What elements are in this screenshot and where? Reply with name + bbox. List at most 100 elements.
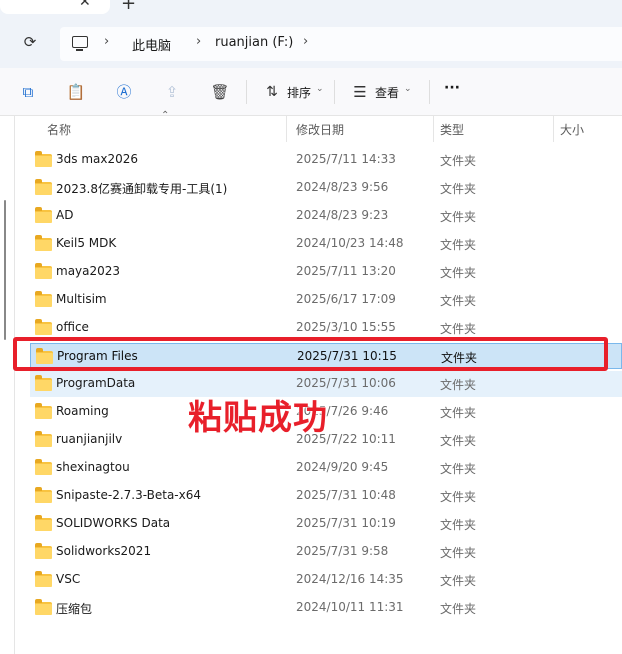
file-type: 文件夹 [440,518,477,532]
file-name[interactable]: 2023.8亿赛通卸载专用-工具(1) [56,180,227,197]
file-name[interactable]: Snipaste-2.7.3-Beta-x64 [56,488,201,502]
file-name[interactable]: office [56,320,89,334]
nav-pane-border [14,116,15,654]
file-type: 文件夹 [440,574,477,588]
column-type[interactable]: 类型 [440,121,464,138]
table-row[interactable]: shexinagtou 2024/9/20 9:45 文件夹 [30,455,622,481]
file-date: 2024/10/23 14:48 [296,236,404,250]
folder-icon [35,207,52,223]
table-row[interactable]: AD 2024/8/23 9:23 文件夹 [30,203,622,229]
column-divider[interactable] [553,116,554,142]
sort-icon[interactable]: ⇅ [262,82,282,102]
file-type: 文件夹 [440,182,477,196]
file-date: 2025/7/31 10:19 [296,516,396,530]
file-name[interactable]: Multisim [56,292,107,306]
file-type: 文件夹 [440,546,477,560]
folder-icon [35,179,52,195]
copy-icon[interactable]: ⧉ [18,82,38,102]
toolbar-divider [246,80,247,104]
table-row[interactable]: Multisim 2025/6/17 17:09 文件夹 [30,287,622,313]
table-row[interactable]: VSC 2024/12/16 14:35 文件夹 [30,567,622,593]
close-tab-icon[interactable]: ✕ [79,0,91,10]
tab-strip: ✕ + [0,0,622,22]
share-icon[interactable]: ⇪ [162,82,182,102]
column-divider[interactable] [433,116,434,142]
table-row[interactable]: Keil5 MDK 2024/10/23 14:48 文件夹 [30,231,622,257]
toolbar-divider [334,80,335,104]
file-date: 2025/7/31 10:06 [296,376,396,390]
this-pc-icon[interactable] [72,36,88,51]
view-icon[interactable]: ☰ [350,82,370,102]
chevron-right-icon[interactable]: › [303,34,308,49]
folder-icon [35,151,52,167]
file-type: 文件夹 [440,434,477,448]
column-header: ⌃ 名称 修改日期 类型 大小 [15,110,622,142]
address-bar[interactable]: › 此电脑 › ruanjian (F:) › [60,27,622,61]
file-type: 文件夹 [440,490,477,504]
file-name[interactable]: shexinagtou [56,460,130,474]
file-type: 文件夹 [440,462,477,476]
chevron-right-icon[interactable]: › [104,34,109,49]
folder-icon [35,431,52,447]
column-name[interactable]: 名称 [47,121,71,138]
folder-icon [35,235,52,251]
folder-icon [35,319,52,335]
file-date: 2025/6/17 17:09 [296,292,396,306]
file-name[interactable]: Roaming [56,404,109,418]
file-name[interactable]: Keil5 MDK [56,236,116,250]
file-date: 2024/8/23 9:56 [296,180,389,194]
toolbar-divider [429,80,430,104]
file-name[interactable]: VSC [56,572,80,586]
view-button[interactable]: 查看 [375,84,399,101]
table-row[interactable]: maya2023 2025/7/11 13:20 文件夹 [30,259,622,285]
file-name[interactable]: AD [56,208,73,222]
file-type: 文件夹 [440,602,477,616]
file-name[interactable]: ruanjianjilv [56,432,122,446]
folder-icon [35,291,52,307]
file-name[interactable]: 压缩包 [56,600,92,617]
file-type: 文件夹 [440,322,477,336]
table-row[interactable]: Solidworks2021 2025/7/31 9:58 文件夹 [30,539,622,565]
file-name[interactable]: Solidworks2021 [56,544,151,558]
file-date: 2024/12/16 14:35 [296,572,404,586]
column-divider[interactable] [286,116,287,142]
active-tab[interactable] [0,0,110,14]
refresh-icon[interactable]: ⟳ [20,33,40,53]
folder-icon [35,599,52,615]
file-date: 2024/10/11 11:31 [296,600,404,614]
file-name[interactable]: 3ds max2026 [56,152,138,166]
nav-pane-scrollbar[interactable] [4,200,6,340]
file-name[interactable]: SOLIDWORKS Data [56,516,170,530]
table-row[interactable]: 压缩包 2024/10/11 11:31 文件夹 [30,595,622,621]
chevron-down-icon[interactable]: ⌄ [404,84,412,94]
address-row: ⟳ › 此电脑 › ruanjian (F:) › [0,22,622,68]
column-size[interactable]: 大小 [560,121,584,138]
table-row[interactable]: SOLIDWORKS Data 2025/7/31 10:19 文件夹 [30,511,622,537]
breadcrumb-drive[interactable]: ruanjian (F:) [215,35,293,50]
paste-icon[interactable]: 📋 [66,82,86,102]
paste-success-annotation: 粘贴成功 [188,398,328,438]
highlight-box [13,337,608,371]
chevron-down-icon[interactable]: ⌄ [316,84,324,94]
file-date: 2025/7/11 13:20 [296,264,396,278]
table-row[interactable]: Snipaste-2.7.3-Beta-x64 2025/7/31 10:48 文件… [30,483,622,509]
file-date: 2024/9/20 9:45 [296,460,389,474]
file-name[interactable]: maya2023 [56,264,120,278]
folder-icon [35,543,52,559]
table-row[interactable]: 3ds max2026 2025/7/11 14:33 文件夹 [30,147,622,173]
delete-icon[interactable]: 🗑 [210,82,230,102]
breadcrumb-this-pc[interactable]: 此电脑 [132,35,171,54]
rename-icon[interactable]: Ⓐ [114,82,134,102]
file-name[interactable]: ProgramData [56,376,135,390]
folder-icon [35,515,52,531]
chevron-right-icon[interactable]: › [196,34,201,49]
folder-icon [35,375,52,391]
folder-icon [35,487,52,503]
file-date: 2025/7/11 14:33 [296,152,396,166]
sort-button[interactable]: 排序 [287,84,311,101]
table-row[interactable]: 2023.8亿赛通卸载专用-工具(1) 2024/8/23 9:56 文件夹 [30,175,622,201]
new-tab-icon[interactable]: + [121,0,136,14]
column-modified[interactable]: 修改日期 [296,121,344,138]
file-type: 文件夹 [440,378,477,392]
more-options-icon[interactable]: ··· [444,80,460,96]
